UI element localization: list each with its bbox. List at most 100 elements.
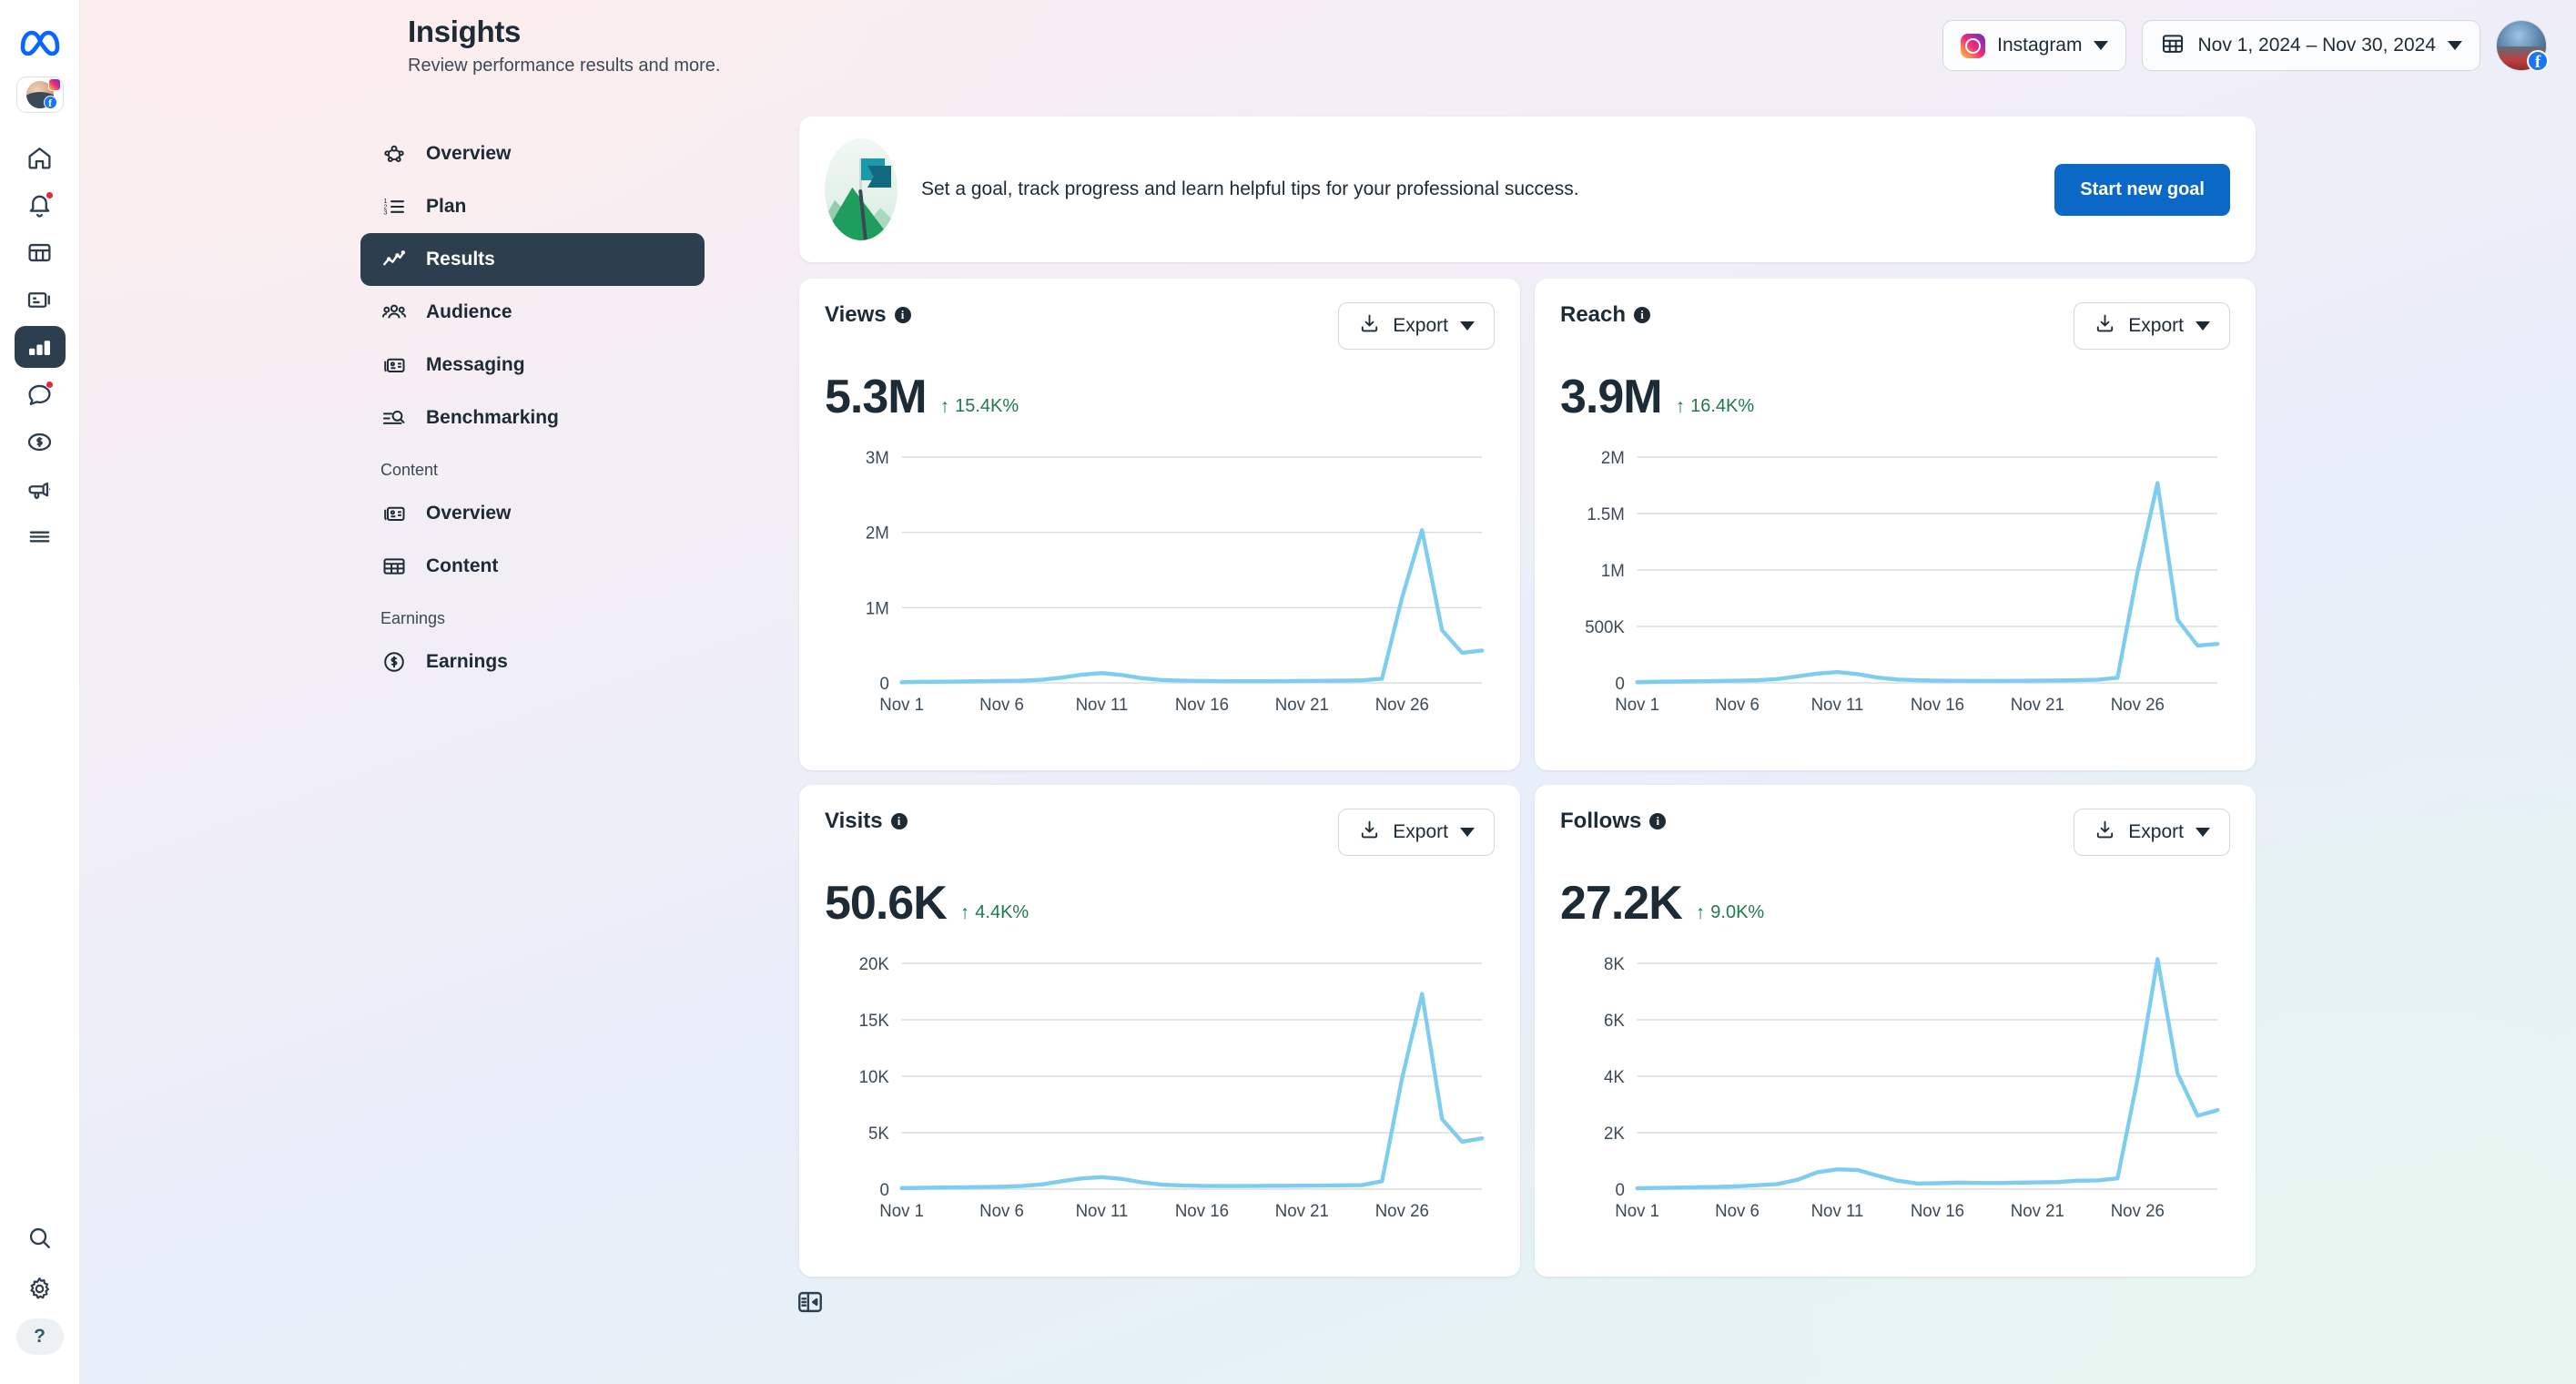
rail-nav-list: [14, 137, 66, 557]
search-icon[interactable]: [15, 1216, 66, 1258]
nav-item-plan[interactable]: 123 Plan: [360, 180, 705, 233]
x-axis-tick-label: Nov 21: [2011, 1201, 2064, 1220]
meta-infinity-logo-icon[interactable]: [19, 27, 61, 56]
metric-title: Views i: [825, 302, 911, 328]
cards-icon: [380, 351, 408, 379]
rail-item-content[interactable]: [15, 279, 66, 321]
chevron-down-icon: [1460, 321, 1475, 331]
goal-banner: Set a goal, track progress and learn hel…: [799, 117, 2256, 262]
line-chart-icon: [380, 246, 408, 273]
export-button[interactable]: Export: [2074, 809, 2230, 856]
user-avatar[interactable]: f: [2496, 20, 2549, 72]
chevron-down-icon: [2448, 41, 2462, 50]
rail-item-insights[interactable]: [14, 326, 66, 368]
nav-item-label: Benchmarking: [426, 407, 559, 428]
x-axis-tick-label: Nov 16: [1175, 1201, 1229, 1220]
rail-item-planner[interactable]: [15, 231, 66, 273]
gear-icon[interactable]: [15, 1267, 66, 1309]
account-selector[interactable]: Instagram: [1942, 20, 2127, 71]
y-axis-tick-label: 3M: [866, 448, 889, 467]
metric-value: 50.6K: [825, 877, 948, 930]
chart-svg: 0 500K 1M 1.5M 2M Nov 1 Nov 6 Nov 11 Nov 16 Nov 2…: [1585, 448, 2220, 714]
nav-item-earnings[interactable]: Earnings: [360, 636, 705, 688]
rail-item-monetization[interactable]: [15, 421, 66, 463]
metric-value: 3.9M: [1560, 371, 1663, 423]
nav-item-content-overview[interactable]: Overview: [360, 487, 705, 540]
chart-visits: 0 5K 10K 15K 20K Nov 1 Nov 6 Nov 11 Nov 16 Nov 21…: [825, 954, 1495, 1227]
arrow-up-icon: ↑: [959, 902, 970, 923]
collapse-panel-icon[interactable]: [790, 1282, 830, 1322]
nav-item-content[interactable]: Content: [360, 540, 705, 593]
nav-item-label: Results: [426, 249, 495, 270]
metric-delta: ↑ 16.4K%: [1676, 396, 1755, 417]
network-nodes-icon: [380, 140, 408, 168]
rail-item-notifications[interactable]: [15, 184, 66, 226]
help-button[interactable]: ?: [15, 1318, 64, 1355]
nav-item-benchmarking[interactable]: Benchmarking: [360, 392, 705, 444]
nav-item-label: Content: [426, 555, 499, 576]
y-axis-tick-label: 2M: [866, 524, 889, 543]
metric-title-label: Reach: [1560, 302, 1627, 327]
export-button[interactable]: Export: [2074, 302, 2230, 350]
arrow-up-icon: ↑: [1695, 902, 1706, 923]
metric-card-header: Views i Export: [825, 302, 1495, 350]
rail-item-inbox[interactable]: [15, 373, 66, 415]
export-button-label: Export: [2128, 821, 2184, 842]
info-icon[interactable]: i: [1634, 307, 1651, 323]
metric-card-visits: Visits i Export 50.6K ↑ 4.4K% 0 5K 10K 15K 20K Nov …: [799, 785, 1520, 1277]
rail-bottom-group: ?: [15, 1216, 66, 1355]
date-range-selector[interactable]: Nov 1, 2024 – Nov 30, 2024: [2142, 20, 2480, 71]
start-new-goal-button[interactable]: Start new goal: [2054, 163, 2230, 216]
info-icon[interactable]: i: [890, 813, 908, 829]
metric-value-row: 50.6K ↑ 4.4K%: [825, 876, 1495, 931]
x-axis-tick-label: Nov 6: [979, 695, 1024, 714]
chart-line-series: [899, 992, 1485, 1191]
chevron-down-icon: [2196, 321, 2210, 331]
nav-item-label: Messaging: [426, 354, 525, 375]
x-axis-tick-label: Nov 16: [1175, 695, 1229, 714]
x-axis-tick-label: Nov 1: [1615, 695, 1659, 714]
metric-value-row: 27.2K ↑ 9.0K%: [1560, 876, 2230, 931]
y-axis-tick-label: 15K: [859, 1011, 890, 1030]
cards-icon: [380, 500, 408, 527]
info-icon[interactable]: i: [894, 307, 911, 323]
nav-item-messaging[interactable]: Messaging: [360, 339, 705, 392]
rail-profile-avatar[interactable]: f: [15, 76, 64, 113]
metric-value: 27.2K: [1560, 877, 1683, 930]
info-icon[interactable]: i: [1649, 813, 1667, 829]
nav-item-audience[interactable]: Audience: [360, 286, 705, 339]
nav-item-overview[interactable]: Overview: [360, 127, 705, 180]
y-axis-tick-label: 500K: [1585, 617, 1625, 636]
y-axis-tick-label: 0: [879, 1180, 888, 1199]
download-icon: [1358, 312, 1381, 340]
metric-value-row: 3.9M ↑ 16.4K%: [1560, 370, 2230, 424]
nav-item-results[interactable]: Results: [360, 233, 705, 286]
menu-column: Insights Review performance results and …: [80, 0, 822, 1384]
x-axis-tick-label: Nov 26: [2111, 1201, 2165, 1220]
x-axis-tick-label: Nov 21: [1275, 695, 1329, 714]
export-button[interactable]: Export: [1338, 302, 1495, 350]
svg-text:3: 3: [383, 209, 387, 217]
chart-svg: 0 2K 4K 6K 8K Nov 1 Nov 6 Nov 11 Nov 16 Nov 21 Nov…: [1604, 954, 2220, 1220]
metrics-grid: Views i Export 5.3M ↑ 15.4K% 0 1M 2M 3M Nov 1 Nov 6…: [799, 279, 2256, 1277]
rail-item-all-tools[interactable]: [15, 515, 66, 557]
notification-badge-dot: [45, 191, 54, 199]
facebook-badge-icon: f: [43, 96, 57, 109]
export-button-label: Export: [2128, 315, 2184, 336]
chart-reach: 0 500K 1M 1.5M 2M Nov 1 Nov 6 Nov 11 Nov 16 Nov 2…: [1560, 448, 2230, 721]
nav-section-content-label: Content: [380, 461, 439, 479]
page-title: Insights: [408, 15, 522, 48]
x-axis-tick-label: Nov 6: [979, 1201, 1024, 1220]
metric-card-follows: Follows i Export 27.2K ↑ 9.0K% 0 2K 4K 6K 8K Nov 1 N…: [1535, 785, 2256, 1277]
calendar-icon: [2160, 31, 2186, 61]
dollar-circle-icon: [380, 648, 408, 676]
goal-banner-text: Set a goal, track progress and learn hel…: [921, 178, 1579, 199]
rail-item-ads[interactable]: [15, 468, 66, 510]
date-range-label: Nov 1, 2024 – Nov 30, 2024: [2197, 35, 2436, 56]
metric-title: Follows i: [1560, 809, 1667, 834]
nav-item-label: Audience: [426, 301, 512, 322]
export-button[interactable]: Export: [1338, 809, 1495, 856]
rail-item-home[interactable]: [15, 137, 66, 178]
x-axis-tick-label: Nov 26: [1375, 695, 1429, 714]
metric-delta-value: 15.4K%: [955, 396, 1019, 416]
